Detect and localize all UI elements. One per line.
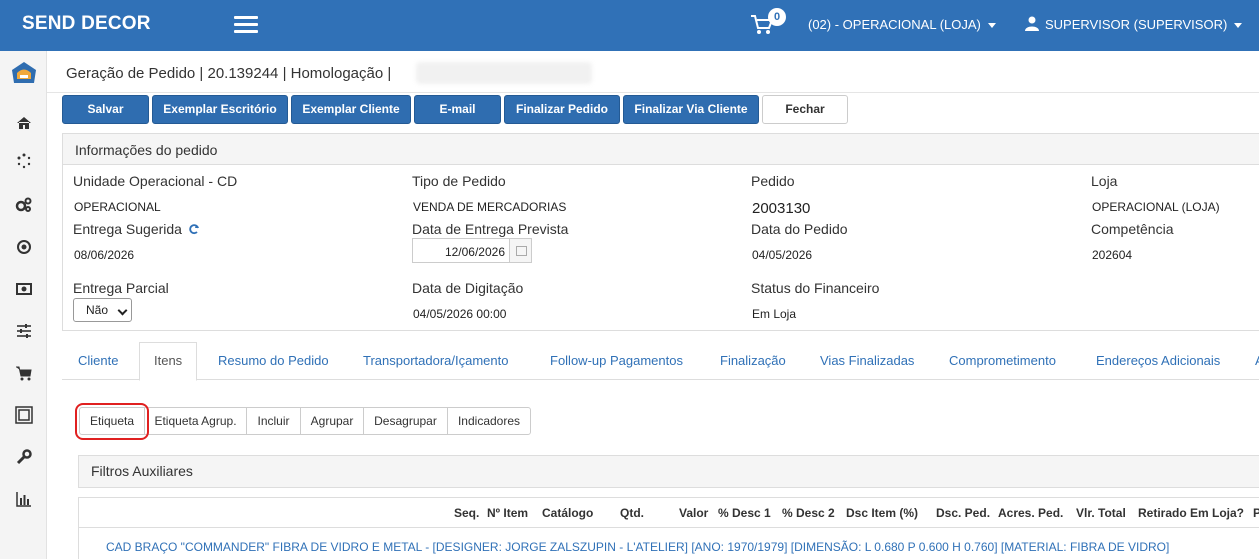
col-vlr-total[interactable]: Vlr. Total: [1076, 506, 1126, 520]
spinner-icon[interactable]: [15, 152, 33, 170]
loja-label: Loja: [1091, 173, 1118, 189]
divider: [47, 92, 1259, 93]
brand-logo[interactable]: SEND DECOR: [22, 13, 151, 35]
tab-vias-finalizadas[interactable]: Vias Finalizadas: [820, 353, 914, 368]
redacted-area: [416, 62, 592, 84]
include-button[interactable]: Incluir: [246, 407, 301, 435]
partial-delivery-select[interactable]: Não: [73, 298, 132, 322]
status-fin-label: Status do Financeiro: [751, 280, 880, 296]
email-button[interactable]: E-mail: [414, 95, 501, 124]
chevron-down-icon: [987, 23, 996, 29]
tipo-value: VENDA DE MERCADORIAS: [413, 200, 567, 214]
col-seq[interactable]: Seq.: [454, 506, 479, 520]
cart-button[interactable]: 0: [750, 8, 786, 40]
shopping-cart-icon[interactable]: [15, 364, 33, 382]
user-name: SUPERVISOR (SUPERVISOR): [1045, 17, 1228, 32]
item-description-link[interactable]: CAD BRAÇO "COMMANDER" FIBRA DE VIDRO E M…: [106, 540, 1169, 554]
image-frame-icon[interactable]: [15, 406, 33, 424]
target-icon[interactable]: [15, 238, 33, 256]
group-label-button[interactable]: Etiqueta Agrup.: [144, 407, 247, 435]
tab-overflow[interactable]: A: [1255, 353, 1259, 368]
indicators-button[interactable]: Indicadores: [447, 407, 531, 435]
col-catalogo[interactable]: Catálogo: [542, 506, 593, 520]
calendar-icon[interactable]: [509, 239, 531, 262]
data-pedido-label: Data do Pedido: [751, 221, 848, 237]
order-info-header: Informações do pedido: [63, 134, 1259, 165]
tab-comprometimento[interactable]: Comprometimento: [949, 353, 1056, 368]
col-desc2[interactable]: % Desc 2: [782, 506, 835, 520]
col-qtd[interactable]: Qtd.: [620, 506, 644, 520]
filters-panel[interactable]: Filtros Auxiliares: [78, 455, 1259, 488]
delivery-date-input[interactable]: 12/06/2026: [412, 238, 532, 263]
finalize-via-client-button[interactable]: Finalizar Via Cliente: [623, 95, 759, 124]
menu-toggle-icon[interactable]: [234, 16, 258, 34]
save-button[interactable]: Salvar: [62, 95, 149, 124]
app-logo-icon[interactable]: [11, 61, 37, 85]
digitacao-value: 04/05/2026 00:00: [413, 307, 507, 321]
order-info-panel: Informações do pedido Unidade Operaciona…: [62, 133, 1259, 331]
user-menu[interactable]: SUPERVISOR (SUPERVISOR): [1025, 16, 1243, 32]
entrega-sugerida-value: 08/06/2026: [74, 248, 135, 262]
entrega-parcial-label: Entrega Parcial: [73, 280, 169, 296]
money-icon[interactable]: [15, 280, 33, 298]
competencia-label: Competência: [1091, 221, 1174, 237]
store-selector-label: (02) - OPERACIONAL (LOJA): [808, 17, 981, 32]
page-title: Geração de Pedido | 20.139244 | Homologa…: [66, 65, 392, 82]
delivery-date-value: 12/06/2026: [444, 245, 505, 259]
filters-title: Filtros Auxiliares: [91, 463, 193, 479]
data-pedido-value: 04/05/2026: [752, 248, 813, 262]
order-info-title: Informações do pedido: [75, 142, 218, 158]
col-acres-ped[interactable]: Acres. Ped.: [998, 506, 1063, 520]
sliders-icon[interactable]: [15, 322, 33, 340]
highlight-annotation: [75, 403, 149, 440]
cart-count-badge: 0: [768, 8, 786, 26]
col-overflow[interactable]: P: [1253, 506, 1259, 520]
order-tabs: Cliente Itens Resumo do Pedido Transport…: [62, 342, 1259, 381]
digitacao-label: Data de Digitação: [412, 280, 524, 296]
tab-enderecos[interactable]: Endereços Adicionais: [1096, 353, 1220, 368]
bar-chart-icon[interactable]: [15, 490, 33, 508]
col-dsc-item[interactable]: Dsc Item (%): [846, 506, 918, 520]
finalize-order-button[interactable]: Finalizar Pedido: [504, 95, 620, 124]
client-copy-button[interactable]: Exemplar Cliente: [291, 95, 411, 124]
col-valor[interactable]: Valor: [679, 506, 708, 520]
tab-follow-up[interactable]: Follow-up Pagamentos: [550, 353, 683, 368]
wrench-icon[interactable]: [15, 448, 33, 466]
col-retirado[interactable]: Retirado Em Loja?: [1138, 506, 1244, 520]
col-desc1[interactable]: % Desc 1: [718, 506, 771, 520]
pedido-value: 2003130: [752, 200, 811, 217]
loja-value: OPERACIONAL (LOJA): [1092, 200, 1220, 214]
home-icon[interactable]: [15, 114, 33, 132]
pedido-label: Pedido: [751, 173, 795, 189]
col-item[interactable]: Nº Item: [487, 506, 528, 520]
tab-finalizacao[interactable]: Finalização: [720, 353, 786, 368]
tab-resumo[interactable]: Resumo do Pedido: [218, 353, 329, 368]
store-selector[interactable]: (02) - OPERACIONAL (LOJA): [808, 17, 996, 32]
unidade-value: OPERACIONAL: [74, 200, 161, 214]
table-header: Seq. Nº Item Catálogo Qtd. Valor % Desc …: [79, 497, 1259, 528]
chevron-down-icon: [1234, 23, 1243, 29]
tab-transportadora[interactable]: Transportadora/Içamento: [363, 353, 508, 368]
user-icon: [1025, 16, 1039, 31]
items-table: Seq. Nº Item Catálogo Qtd. Valor % Desc …: [78, 497, 1259, 559]
gears-icon[interactable]: [15, 196, 33, 214]
office-copy-button[interactable]: Exemplar Escritório: [152, 95, 288, 124]
tab-cliente[interactable]: Cliente: [78, 353, 118, 368]
tipo-label: Tipo de Pedido: [412, 173, 506, 189]
col-dsc-ped[interactable]: Dsc. Ped.: [936, 506, 990, 520]
competencia-value: 202604: [1092, 248, 1133, 262]
top-navbar: SEND DECOR 0 (02) - OPERACIONAL (LOJA) S…: [0, 0, 1259, 51]
entrega-sugerida-label: Entrega Sugerida: [73, 221, 200, 237]
ungroup-button[interactable]: Desagrupar: [363, 407, 448, 435]
sidebar: [0, 51, 47, 559]
tab-itens[interactable]: Itens: [139, 342, 198, 381]
entrega-prevista-label: Data de Entrega Prevista: [412, 221, 569, 237]
refresh-icon[interactable]: [188, 223, 200, 235]
unidade-label: Unidade Operacional - CD: [73, 173, 238, 189]
group-button[interactable]: Agrupar: [300, 407, 364, 435]
entrega-sugerida-text: Entrega Sugerida: [73, 221, 182, 237]
close-button[interactable]: Fechar: [762, 95, 848, 124]
status-fin-value: Em Loja: [752, 307, 797, 321]
